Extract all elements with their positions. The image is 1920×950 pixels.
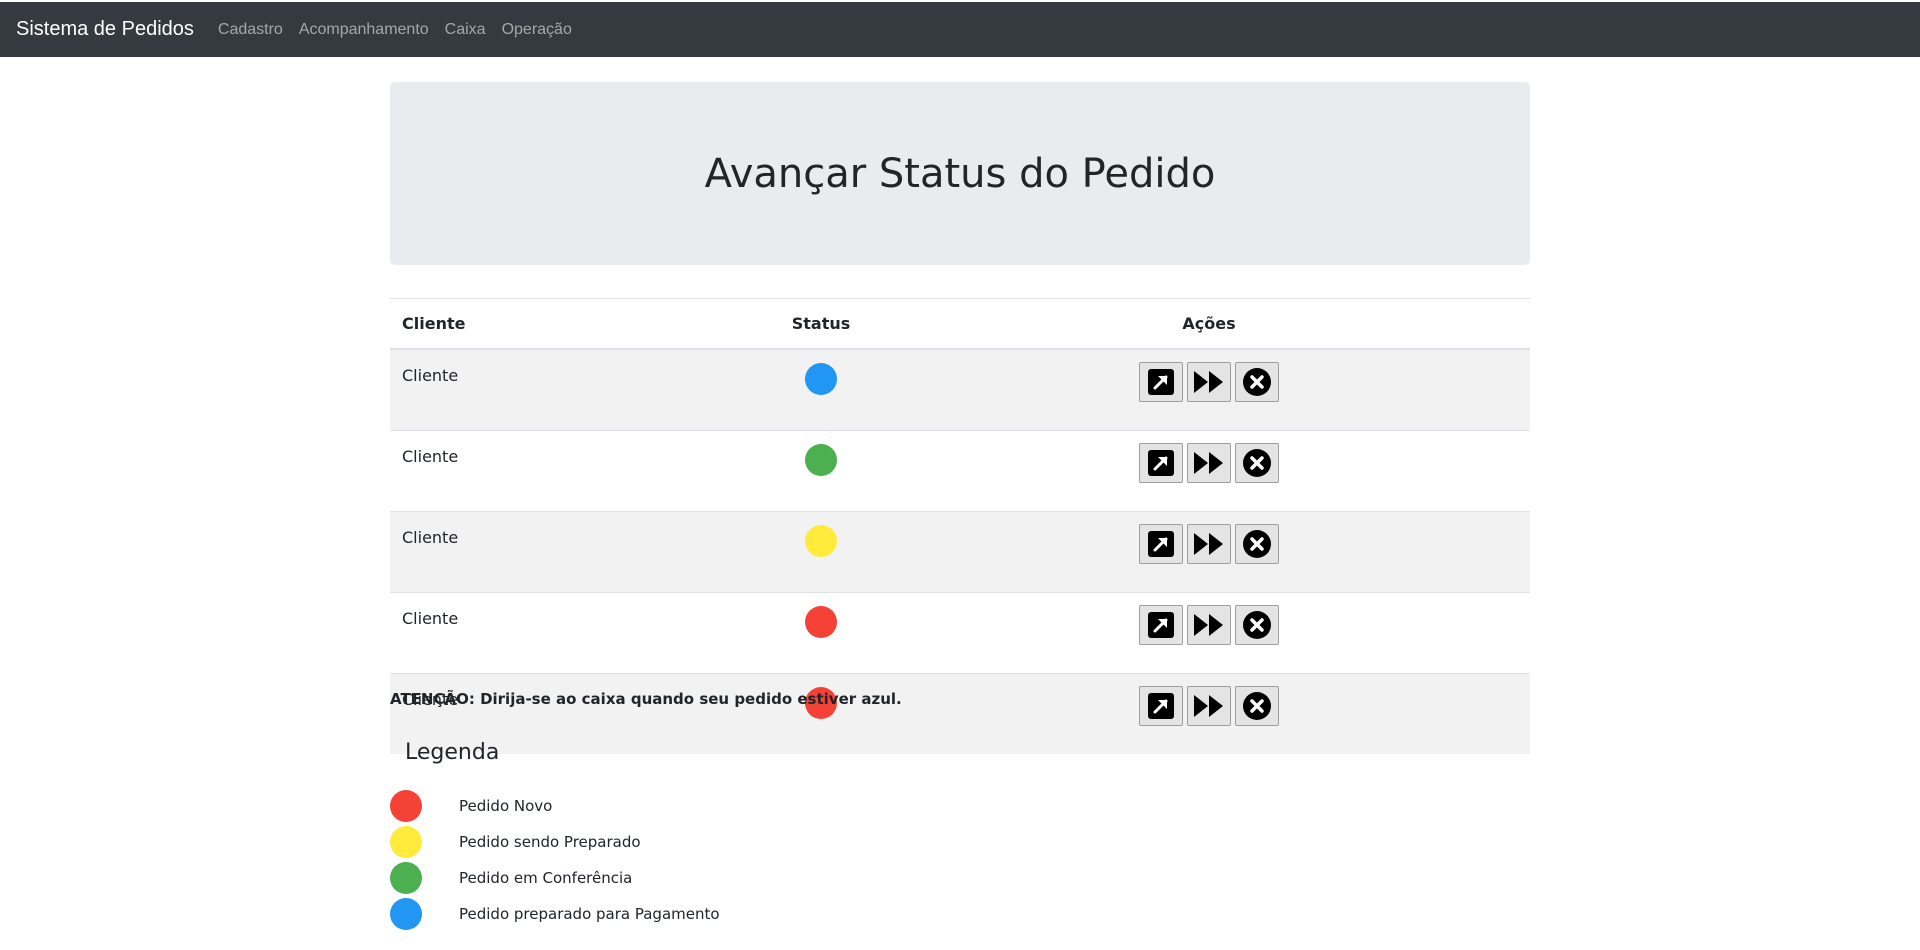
cell-status (754, 348, 888, 431)
legend-item: Pedido sendo Preparado (390, 826, 641, 858)
fast-forward-icon (1192, 369, 1226, 395)
cancel-order-button[interactable] (1235, 443, 1279, 483)
open-external-icon (1147, 449, 1175, 477)
nav-link-caixa[interactable]: Caixa (445, 21, 486, 39)
cell-cliente: Cliente (390, 348, 754, 431)
status-indicator (805, 363, 837, 395)
cell-acoes (888, 430, 1530, 512)
fast-forward-icon (1192, 612, 1226, 638)
legend-label: Pedido em Conferência (459, 869, 633, 887)
legend-color-dot (390, 898, 422, 930)
cancel-circle-icon (1242, 448, 1272, 478)
top-navbar: Sistema de Pedidos Cadastro Acompanhamen… (0, 2, 1920, 57)
legend-color-dot (390, 826, 422, 858)
cancel-circle-icon (1242, 691, 1272, 721)
cancel-circle-icon (1242, 610, 1272, 640)
cell-status (754, 592, 888, 674)
open-external-icon (1147, 530, 1175, 558)
table-header-row: Cliente Status Ações (390, 298, 1530, 350)
nav-link-acompanhamento[interactable]: Acompanhamento (299, 21, 429, 39)
advance-status-button[interactable] (1187, 686, 1231, 726)
table-row: Cliente (390, 348, 1530, 431)
cancel-order-button[interactable] (1235, 605, 1279, 645)
table-row: Cliente (390, 511, 1530, 593)
legend-label: Pedido Novo (459, 797, 553, 815)
legend-color-dot (390, 862, 422, 894)
cell-acoes (888, 592, 1530, 674)
open-external-icon (1147, 368, 1175, 396)
cell-acoes (888, 348, 1530, 431)
cancel-circle-icon (1242, 529, 1272, 559)
page-title: Avançar Status do Pedido (704, 150, 1216, 197)
cell-cliente: Cliente (390, 511, 754, 593)
open-external-icon (1147, 692, 1175, 720)
nav-link-cadastro[interactable]: Cadastro (218, 21, 283, 39)
table-row: Cliente (390, 430, 1530, 512)
advance-status-button[interactable] (1187, 605, 1231, 645)
cancel-circle-icon (1242, 367, 1272, 397)
cell-status (754, 511, 888, 593)
table-row: Cliente (390, 673, 1530, 754)
status-indicator (805, 606, 837, 638)
legend-item: Pedido Novo (390, 790, 552, 822)
open-external-icon (1147, 611, 1175, 639)
nav-link-operacao[interactable]: Operação (502, 21, 572, 39)
open-order-button[interactable] (1139, 524, 1183, 564)
page-header: Avançar Status do Pedido (390, 82, 1530, 265)
fast-forward-icon (1192, 693, 1226, 719)
fast-forward-icon (1192, 450, 1226, 476)
cell-acoes (888, 673, 1530, 754)
orders-table: Cliente Status Ações Cliente Cliente Clien… (390, 298, 1530, 754)
legend-label: Pedido sendo Preparado (459, 833, 641, 851)
cell-status (754, 673, 888, 754)
open-order-button[interactable] (1139, 686, 1183, 726)
attention-notice: ATENÇÃO: Dirija-se ao caixa quando seu p… (390, 690, 902, 708)
open-order-button[interactable] (1139, 443, 1183, 483)
advance-status-button[interactable] (1187, 524, 1231, 564)
legend-label: Pedido preparado para Pagamento (459, 905, 720, 923)
legend-title: Legenda (405, 740, 500, 765)
status-indicator (805, 444, 837, 476)
column-header-status: Status (754, 298, 888, 350)
legend-color-dot (390, 790, 422, 822)
navbar-brand[interactable]: Sistema de Pedidos (16, 18, 194, 41)
column-header-acoes: Ações (888, 298, 1530, 350)
cell-cliente: Cliente (390, 430, 754, 512)
column-header-cliente: Cliente (390, 298, 754, 350)
legend-item: Pedido em Conferência (390, 862, 632, 894)
open-order-button[interactable] (1139, 362, 1183, 402)
advance-status-button[interactable] (1187, 362, 1231, 402)
table-row: Cliente (390, 592, 1530, 674)
fast-forward-icon (1192, 531, 1226, 557)
cancel-order-button[interactable] (1235, 524, 1279, 564)
advance-status-button[interactable] (1187, 443, 1231, 483)
status-indicator (805, 525, 837, 557)
cell-acoes (888, 511, 1530, 593)
cancel-order-button[interactable] (1235, 686, 1279, 726)
legend-item: Pedido preparado para Pagamento (390, 898, 720, 930)
cancel-order-button[interactable] (1235, 362, 1279, 402)
cell-cliente: Cliente (390, 592, 754, 674)
cell-status (754, 430, 888, 512)
open-order-button[interactable] (1139, 605, 1183, 645)
